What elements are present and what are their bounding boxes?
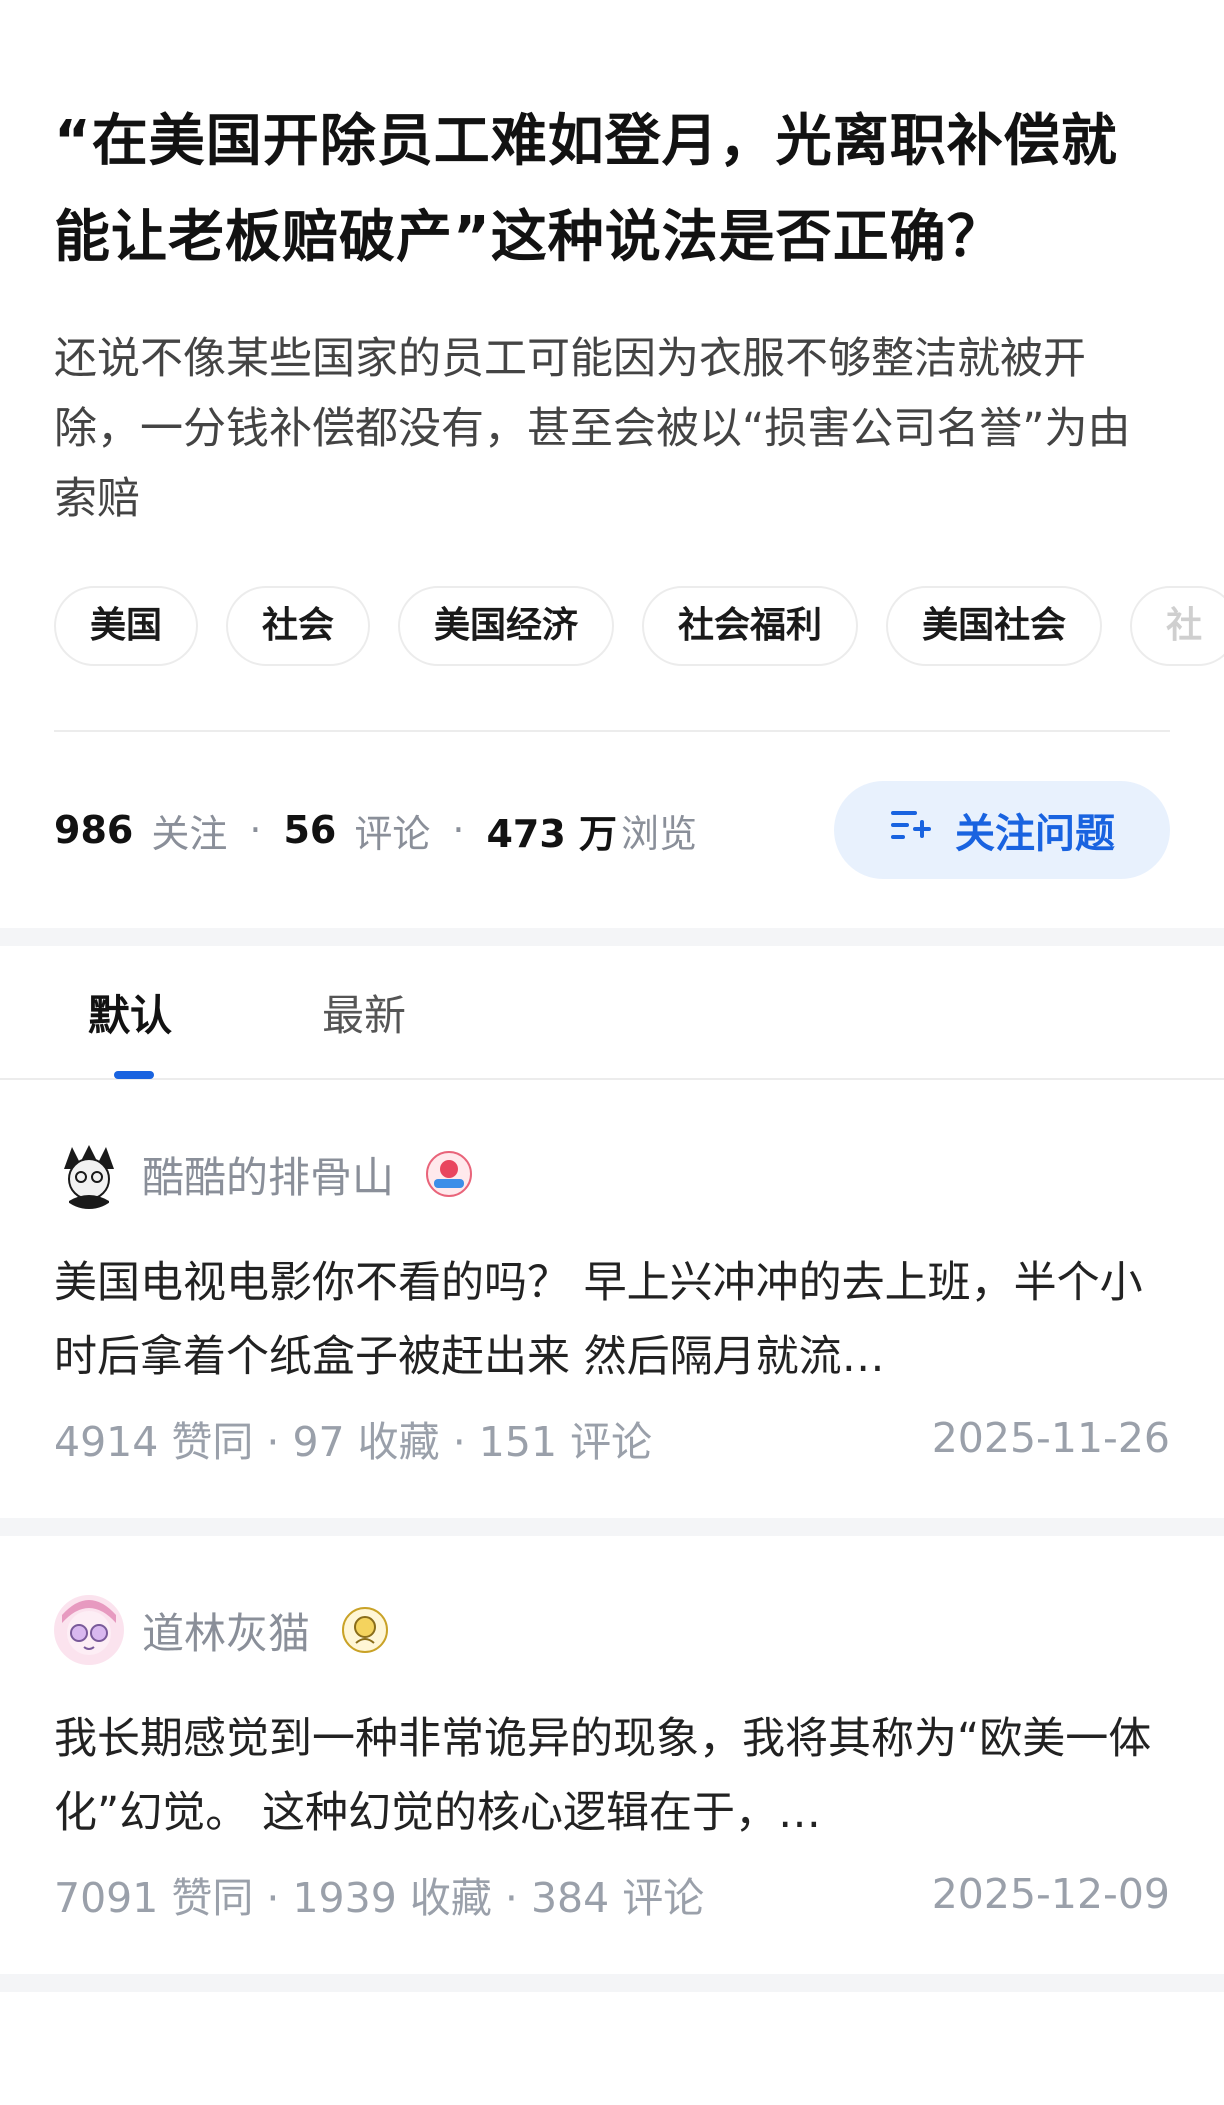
section-gap <box>0 1518 1224 1536</box>
question-stats-row: 986 关注 · 56 评论 · 473 万 浏览 关注问题 <box>54 732 1170 928</box>
stats-separator: · <box>452 808 465 852</box>
question-description[interactable]: 还说不像某些国家的员工可能因为衣服不够整洁就被开除，一分钱补偿都没有，甚至会被以… <box>54 324 1170 534</box>
tab-latest-label: 最新 <box>322 990 407 1040</box>
topic-tag[interactable]: 美国 <box>54 586 199 666</box>
followers-count: 986 <box>54 808 134 852</box>
topic-tag[interactable]: 社 <box>1130 586 1224 666</box>
badge-icon <box>426 1151 473 1197</box>
avatar[interactable] <box>54 1595 124 1665</box>
answer-meta: 4914 赞同 · 97 收藏 · 151 评论 2025-11-26 <box>54 1408 1170 1468</box>
author-name[interactable]: 酷酷的排骨山 <box>142 1144 394 1205</box>
add-list-icon <box>889 805 933 855</box>
answer-excerpt[interactable]: 美国电视电影你不看的吗？ 早上兴冲冲的去上班，半个小时后拿着个纸盒子被赶出来 然… <box>54 1246 1170 1394</box>
answer-card[interactable]: 酷酷的排骨山 美国电视电影你不看的吗？ 早上兴冲冲的去上班，半个小时后拿着个纸盒… <box>0 1080 1224 1518</box>
avatar[interactable] <box>54 1139 124 1209</box>
follow-question-button[interactable]: 关注问题 <box>834 781 1170 879</box>
answer-stats: 7091 赞同 · 1939 收藏 · 384 评论 <box>54 1874 705 1922</box>
followers-label: 关注 <box>151 811 228 856</box>
author-name[interactable]: 道林灰猫 <box>142 1600 310 1661</box>
answer-meta: 7091 赞同 · 1939 收藏 · 384 评论 2025-12-09 <box>54 1864 1170 1924</box>
answer-author[interactable]: 酷酷的排骨山 <box>54 1134 1170 1214</box>
section-gap <box>0 1974 1224 1992</box>
tab-default-label: 默认 <box>88 990 173 1040</box>
topic-tag[interactable]: 社会 <box>226 586 371 666</box>
answer-excerpt[interactable]: 我长期感觉到一种非常诡异的现象，我将其称为“欧美一体化”幻觉。 这种幻觉的核心逻… <box>54 1702 1170 1850</box>
question-title[interactable]: “在美国开除员工难如登月，光离职补偿就能让老板赔破产”这种说法是否正确？ <box>54 94 1170 286</box>
active-tab-indicator <box>114 1070 154 1079</box>
answer-date: 2025-12-09 <box>931 1870 1170 1918</box>
tab-latest[interactable]: 最新 <box>322 982 406 1043</box>
answer-author[interactable]: 道林灰猫 <box>54 1590 1170 1670</box>
badge-icon <box>342 1607 389 1653</box>
comments-label[interactable]: 评论 <box>354 803 430 858</box>
follow-question-label: 关注问题 <box>955 811 1115 857</box>
views-label: 浏览 <box>621 811 698 856</box>
topic-tag[interactable]: 社会福利 <box>642 586 859 666</box>
stats-separator: · <box>249 808 262 852</box>
answer-card[interactable]: 道林灰猫 我长期感觉到一种非常诡异的现象，我将其称为“欧美一体化”幻觉。 这种幻… <box>0 1536 1224 1974</box>
answer-stats: 4914 赞同 · 97 收藏 · 151 评论 <box>54 1418 653 1466</box>
views-count: 473 万 <box>486 811 617 856</box>
topic-tags: 美国 社会 美国经济 社会福利 美国社会 社 <box>54 586 1224 666</box>
comments-count[interactable]: 56 <box>283 808 336 852</box>
tab-default[interactable]: 默认 <box>88 982 173 1079</box>
topic-tag[interactable]: 美国社会 <box>886 586 1103 666</box>
topic-tag[interactable]: 美国经济 <box>398 586 615 666</box>
question-stats: 986 关注 · 56 评论 · 473 万 浏览 <box>54 803 697 858</box>
answer-date: 2025-11-26 <box>931 1414 1170 1462</box>
section-gap <box>0 928 1224 946</box>
sort-tabs: 默认 最新 <box>0 946 1224 1080</box>
question-header: “在美国开除员工难如登月，光离职补偿就能让老板赔破产”这种说法是否正确？ 还说不… <box>0 0 1224 928</box>
